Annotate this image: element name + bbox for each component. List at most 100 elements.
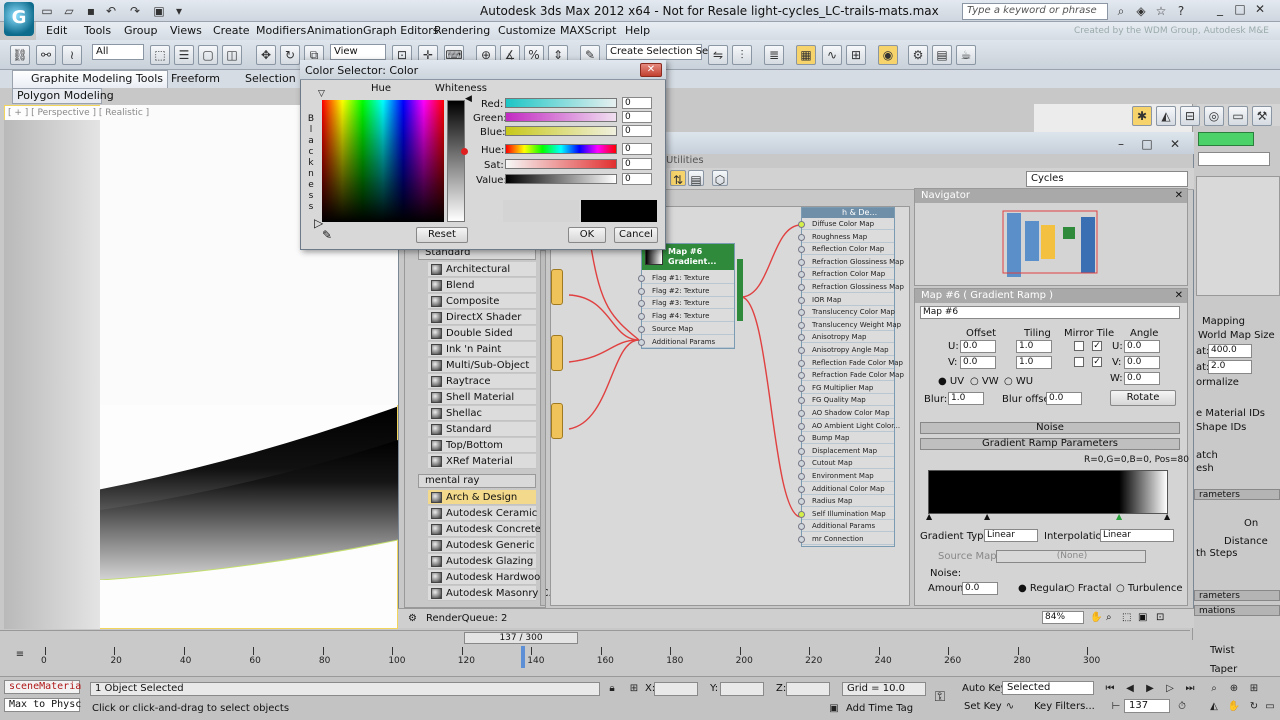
menu-maxscript[interactable]: MAXScript xyxy=(560,24,616,37)
tab-graphite-modeling-tools[interactable]: Graphite Modeling Tools xyxy=(31,72,163,85)
node-input-slot[interactable]: Environment Map xyxy=(798,470,894,482)
open-mini-curve-icon[interactable]: ≡ xyxy=(12,648,28,662)
noise-rollout[interactable]: Noise xyxy=(920,422,1180,434)
node-input-slot[interactable]: IOR Map xyxy=(798,294,894,306)
maximize-icon[interactable]: □ xyxy=(1230,2,1250,18)
save-icon[interactable]: ▪ xyxy=(84,4,98,18)
menu-customize[interactable]: Customize xyxy=(498,24,556,37)
node-input-slot[interactable]: Flag #4: Texture xyxy=(638,310,734,323)
show-map-in-viewport-icon[interactable]: ▤ xyxy=(688,170,704,187)
noise-regular-radio[interactable]: ● Regular xyxy=(1018,583,1068,594)
node-input-slot[interactable]: Reflection Color Map xyxy=(798,243,894,256)
node-input-slot[interactable]: Anisotropy Map xyxy=(798,331,894,344)
menu-rendering[interactable]: Rendering xyxy=(434,24,490,37)
slot-socket-icon[interactable] xyxy=(798,347,805,354)
zoom-extents-icon[interactable]: ▣ xyxy=(1138,612,1147,623)
lay-out-children-icon[interactable]: ⇅ xyxy=(670,170,686,187)
pan-icon[interactable]: ✋ xyxy=(1090,612,1102,623)
slot-socket-icon[interactable] xyxy=(798,485,805,493)
menu-create[interactable]: Create xyxy=(213,24,250,37)
rotate-icon[interactable]: ↻ xyxy=(280,45,300,65)
ok-button[interactable]: OK xyxy=(568,227,606,243)
node-input-slot[interactable]: Flag #1: Texture xyxy=(638,272,734,284)
navigator-close-icon[interactable]: ✕ xyxy=(1175,190,1183,201)
menu-graph-editors[interactable]: Graph Editors xyxy=(363,24,439,37)
node-input-slot[interactable]: Diffuse Color Map xyxy=(798,218,894,230)
gradient-ramp-rollout[interactable]: Gradient Ramp Parameters xyxy=(920,438,1180,450)
close-icon[interactable]: ✕ xyxy=(1250,2,1270,18)
material-type-item[interactable]: Autodesk Masonry C... xyxy=(428,586,558,601)
x-coord-field[interactable] xyxy=(654,682,698,696)
material-type-item[interactable]: Composite xyxy=(428,294,536,309)
node-input-slot[interactable]: Additional Params xyxy=(798,520,894,533)
menu-views[interactable]: Views xyxy=(170,24,202,37)
select-object-icon[interactable]: ⬚ xyxy=(150,45,170,65)
slot-socket-icon[interactable] xyxy=(798,321,805,329)
maximize-viewport-icon[interactable]: ▭ xyxy=(1262,700,1278,714)
slot-socket-icon[interactable] xyxy=(798,523,805,531)
render-setup-icon[interactable]: ⚙ xyxy=(908,45,928,65)
radio-uv[interactable]: ● UV xyxy=(938,376,964,387)
slot-socket-icon[interactable] xyxy=(798,271,805,279)
time-slider[interactable]: 137 / 300 xyxy=(464,632,578,644)
slot-socket-icon[interactable] xyxy=(798,473,805,480)
unlink-icon[interactable]: ⚯ xyxy=(36,45,56,65)
slot-socket-icon[interactable] xyxy=(798,296,805,304)
time-config-icon[interactable]: ⏱ xyxy=(1174,700,1190,714)
material-type-item[interactable]: Raytrace xyxy=(428,374,536,389)
ramp-flag-start[interactable]: ▲ xyxy=(926,512,932,521)
green-spinner[interactable]: 0 xyxy=(622,111,652,123)
eyedropper-icon[interactable]: ✎ xyxy=(322,228,332,242)
v-tiling-field[interactable]: 1.0 xyxy=(1016,356,1052,369)
key-mode-combo[interactable]: Selected xyxy=(1002,681,1094,695)
map-name-field[interactable]: Map #6 xyxy=(920,306,1180,319)
node-input-slot[interactable]: mr Connection xyxy=(798,533,894,545)
pan-view-icon[interactable]: ✋ xyxy=(1226,700,1242,714)
hue-spinner[interactable]: 0 xyxy=(622,143,652,155)
cmd-width-field[interactable]: 2.0 xyxy=(1208,360,1252,374)
schematic-view-icon[interactable]: ⊞ xyxy=(846,45,866,65)
time-tag-lock-icon[interactable]: ▣ xyxy=(826,702,842,716)
slot-socket-icon[interactable] xyxy=(638,287,645,295)
browser-scrollbar[interactable] xyxy=(540,250,546,606)
material-type-item[interactable]: Arch & Design xyxy=(428,490,536,505)
material-type-item[interactable]: Top/Bottom xyxy=(428,438,536,453)
u-tile-checkbox[interactable]: ✓ xyxy=(1092,341,1102,351)
node-input-slot[interactable]: Self Illumination Map xyxy=(798,508,894,520)
node-view[interactable]: Map #6 Gradient... Flag #1: Texture Flag … xyxy=(550,206,910,606)
slot-socket-icon[interactable] xyxy=(638,313,645,321)
go-to-start-icon[interactable]: ⏮ xyxy=(1102,682,1118,696)
node-input-slot[interactable]: AO Shadow Color Map xyxy=(798,407,894,419)
create-tab-icon[interactable]: ✱ xyxy=(1132,106,1152,126)
whiteness-pointer-icon[interactable]: ◀ xyxy=(465,94,472,104)
align-icon[interactable]: ⫶ xyxy=(732,45,752,65)
navigator-panel[interactable]: Navigator ✕ xyxy=(914,188,1188,286)
slot-socket-icon[interactable] xyxy=(798,309,805,317)
modifier-stack[interactable] xyxy=(1196,176,1280,296)
material-type-item[interactable]: Autodesk Generic xyxy=(428,538,536,553)
orbit-icon[interactable]: ↻ xyxy=(1246,700,1262,714)
slot-socket-icon[interactable] xyxy=(798,221,805,228)
node-input-slot[interactable]: FG Quality Map xyxy=(798,394,894,407)
field-of-view-icon[interactable]: ◭ xyxy=(1206,700,1222,714)
material-type-item[interactable]: Blend xyxy=(428,278,536,293)
node-input-slot[interactable]: Refraction Glossiness Map xyxy=(798,256,904,268)
node-input-slot[interactable]: Additional Color Map xyxy=(798,483,894,495)
maxscript-listener-2[interactable]: Max to Physc xyxy=(4,698,81,712)
slot-socket-icon[interactable] xyxy=(798,359,805,367)
w-angle-field[interactable]: 0.0 xyxy=(1124,372,1160,385)
v-offset-field[interactable]: 0.0 xyxy=(960,356,996,369)
cmd-on-toggle[interactable]: On xyxy=(1244,518,1258,529)
cmd-parameters-rollout[interactable]: rameters xyxy=(1194,489,1280,500)
curve-editor-icon[interactable]: ∿ xyxy=(822,45,842,65)
dropdown-arrow-icon[interactable]: ▾ xyxy=(172,4,186,18)
node-input-slot[interactable]: Cutout Map xyxy=(798,457,894,470)
cancel-button[interactable]: Cancel xyxy=(614,227,658,243)
slot-socket-icon[interactable] xyxy=(798,498,805,506)
node-input-slot[interactable]: Roughness Map xyxy=(798,231,894,243)
search-input[interactable]: Type a keyword or phrase xyxy=(962,3,1108,20)
slot-socket-icon[interactable] xyxy=(798,397,805,405)
tab-selection[interactable]: Selection xyxy=(245,72,296,85)
blur-offset-field[interactable]: 0.0 xyxy=(1046,392,1082,405)
named-selection-combo[interactable]: Create Selection Se xyxy=(606,44,708,60)
